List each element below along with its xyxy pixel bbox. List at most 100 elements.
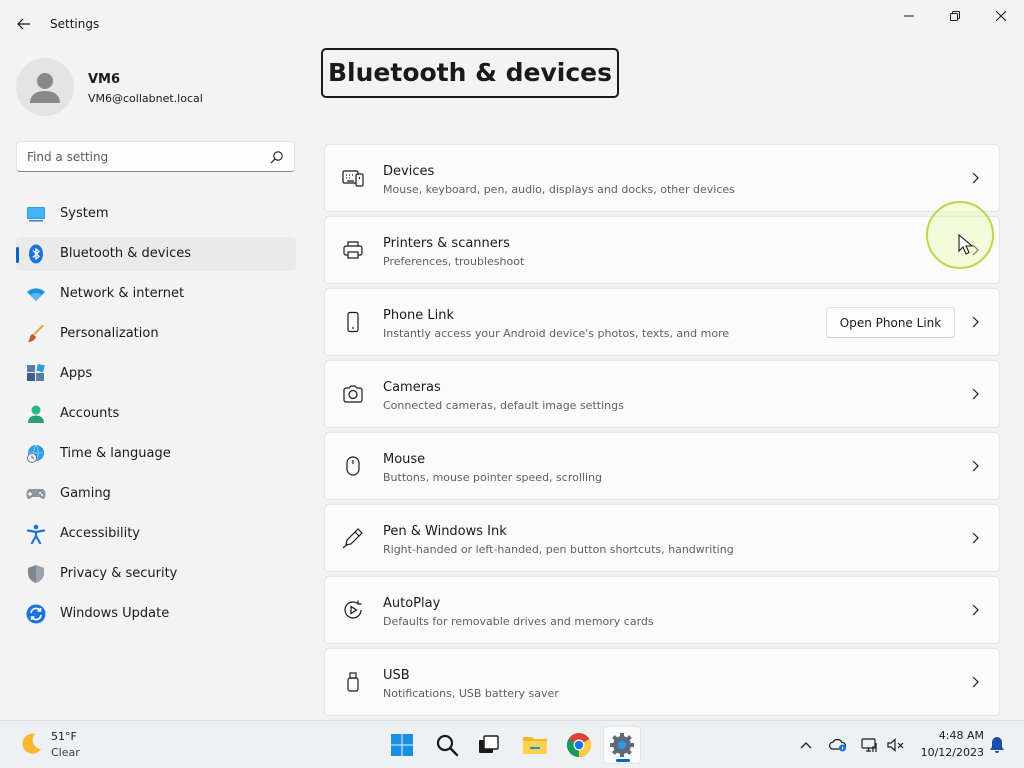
sidebar-item-privacy-security[interactable]: Privacy & security	[16, 557, 296, 591]
minimize-icon	[904, 15, 914, 17]
onedrive-tray-icon[interactable]	[828, 735, 848, 755]
app-title: Settings	[50, 17, 100, 31]
sidebar-item-time-language[interactable]: Time & language	[16, 437, 296, 471]
network-icon	[861, 738, 877, 752]
chrome-button[interactable]	[560, 726, 598, 764]
usb-icon	[347, 672, 359, 692]
card-mouse[interactable]: Mouse Buttons, mouse pointer speed, scro…	[324, 432, 1000, 500]
notifications-button[interactable]	[987, 735, 1007, 755]
sidebar-item-system[interactable]: System	[16, 197, 296, 231]
accessibility-icon	[26, 524, 46, 544]
sidebar-item-accounts[interactable]: Accounts	[16, 397, 296, 431]
autoplay-icon	[344, 600, 362, 619]
minimize-button[interactable]	[886, 4, 932, 28]
folder-icon	[523, 737, 547, 754]
volume-muted-icon	[887, 738, 904, 752]
show-hidden-icons-button[interactable]	[796, 735, 816, 755]
start-button[interactable]	[383, 726, 421, 764]
mouse-icon	[346, 456, 360, 476]
volume-tray-icon[interactable]	[886, 735, 906, 755]
profile-email: VM6@collabnet.local	[88, 92, 203, 105]
camera-icon	[343, 385, 363, 403]
phone-icon	[347, 311, 359, 333]
task-view-button[interactable]	[469, 726, 507, 764]
gamepad-icon	[26, 489, 46, 499]
sidebar-item-personalization[interactable]: Personalization	[16, 317, 296, 351]
settings-taskbar-button[interactable]	[603, 726, 641, 764]
card-title: Mouse	[383, 452, 426, 467]
chrome-icon	[566, 733, 592, 757]
sidebar-item-accessibility[interactable]: Accessibility	[16, 517, 296, 551]
sidebar-item-label: Apps	[60, 366, 93, 381]
system-icon	[27, 207, 45, 222]
chevron-right-icon	[972, 676, 979, 688]
card-printers-scanners[interactable]: Printers & scanners Preferences, trouble…	[324, 216, 1000, 284]
search-box[interactable]	[16, 141, 295, 172]
active-indicator	[16, 247, 19, 263]
wifi-icon	[27, 288, 45, 301]
sidebar-item-label: Time & language	[60, 446, 171, 461]
card-phone-link[interactable]: Phone Link Instantly access your Android…	[324, 288, 1000, 356]
printer-icon	[343, 241, 363, 259]
card-title: USB	[383, 668, 410, 683]
maximize-button[interactable]	[932, 4, 978, 28]
card-devices[interactable]: Devices Mouse, keyboard, pen, audio, dis…	[324, 144, 1000, 212]
accounts-icon	[28, 405, 44, 423]
globe-clock-icon	[27, 444, 44, 463]
clock-date: 10/12/2023	[920, 746, 984, 759]
search-input[interactable]	[27, 148, 257, 166]
devices-icon	[342, 170, 364, 187]
sidebar-item-label: Accounts	[60, 406, 120, 421]
card-desc: Buttons, mouse pointer speed, scrolling	[383, 471, 602, 484]
card-usb[interactable]: USB Notifications, USB battery saver	[324, 648, 1000, 716]
onedrive-icon	[829, 738, 847, 752]
update-icon	[26, 604, 46, 624]
sidebar-item-label: Windows Update	[60, 606, 170, 621]
chevron-right-icon	[972, 388, 979, 400]
close-button[interactable]	[978, 4, 1024, 28]
taskbar: 51°F Clear 4:48 AM 10/12/2023	[0, 720, 1024, 768]
search-icon	[436, 734, 459, 757]
weather-desc: Clear	[51, 746, 80, 759]
file-explorer-button[interactable]	[516, 726, 554, 764]
restore-icon	[950, 11, 960, 21]
card-desc: Connected cameras, default image setting…	[383, 399, 624, 412]
card-title: Phone Link	[383, 308, 455, 323]
open-phone-link-button[interactable]: Open Phone Link	[826, 307, 955, 338]
card-cameras[interactable]: Cameras Connected cameras, default image…	[324, 360, 1000, 428]
sidebar-item-label: Gaming	[60, 486, 111, 501]
page-title: Bluetooth & devices	[321, 48, 620, 98]
search-icon[interactable]	[270, 150, 284, 164]
card-desc: Defaults for removable drives and memory…	[383, 615, 654, 628]
chevron-right-icon	[972, 604, 979, 616]
weather-temp: 51°F	[51, 730, 77, 743]
settings-gear-icon	[610, 733, 634, 757]
taskbar-search-button[interactable]	[428, 726, 466, 764]
sidebar-item-apps[interactable]: Apps	[16, 357, 296, 391]
card-title: AutoPlay	[383, 596, 441, 611]
avatar[interactable]	[16, 58, 74, 116]
card-pen-windows-ink[interactable]: Pen & Windows Ink Right-handed or left-h…	[324, 504, 1000, 572]
sidebar-item-label: System	[60, 206, 109, 221]
card-title: Cameras	[383, 380, 441, 395]
card-title: Pen & Windows Ink	[383, 524, 507, 539]
network-tray-icon[interactable]	[860, 735, 880, 755]
card-autoplay[interactable]: AutoPlay Defaults for removable drives a…	[324, 576, 1000, 644]
clock-time: 4:48 AM	[938, 729, 984, 742]
chevron-right-icon	[972, 172, 979, 184]
sidebar-item-gaming[interactable]: Gaming	[16, 477, 296, 511]
sidebar-item-label: Privacy & security	[60, 566, 178, 581]
sidebar-item-label: Accessibility	[60, 526, 140, 541]
chevron-right-icon	[972, 316, 979, 328]
card-title: Printers & scanners	[383, 236, 510, 251]
back-button[interactable]	[12, 12, 36, 36]
close-icon	[996, 11, 1006, 21]
title-bar: Settings	[0, 0, 1024, 48]
sidebar-item-windows-update[interactable]: Windows Update	[16, 597, 296, 631]
sidebar-item-label: Personalization	[60, 326, 159, 341]
chevron-right-icon	[972, 532, 979, 544]
sidebar-item-bluetooth-devices[interactable]: Bluetooth & devices	[16, 237, 296, 271]
sidebar-item-network[interactable]: Network & internet	[16, 277, 296, 311]
shield-icon	[28, 565, 44, 583]
bell-icon	[990, 737, 1004, 753]
